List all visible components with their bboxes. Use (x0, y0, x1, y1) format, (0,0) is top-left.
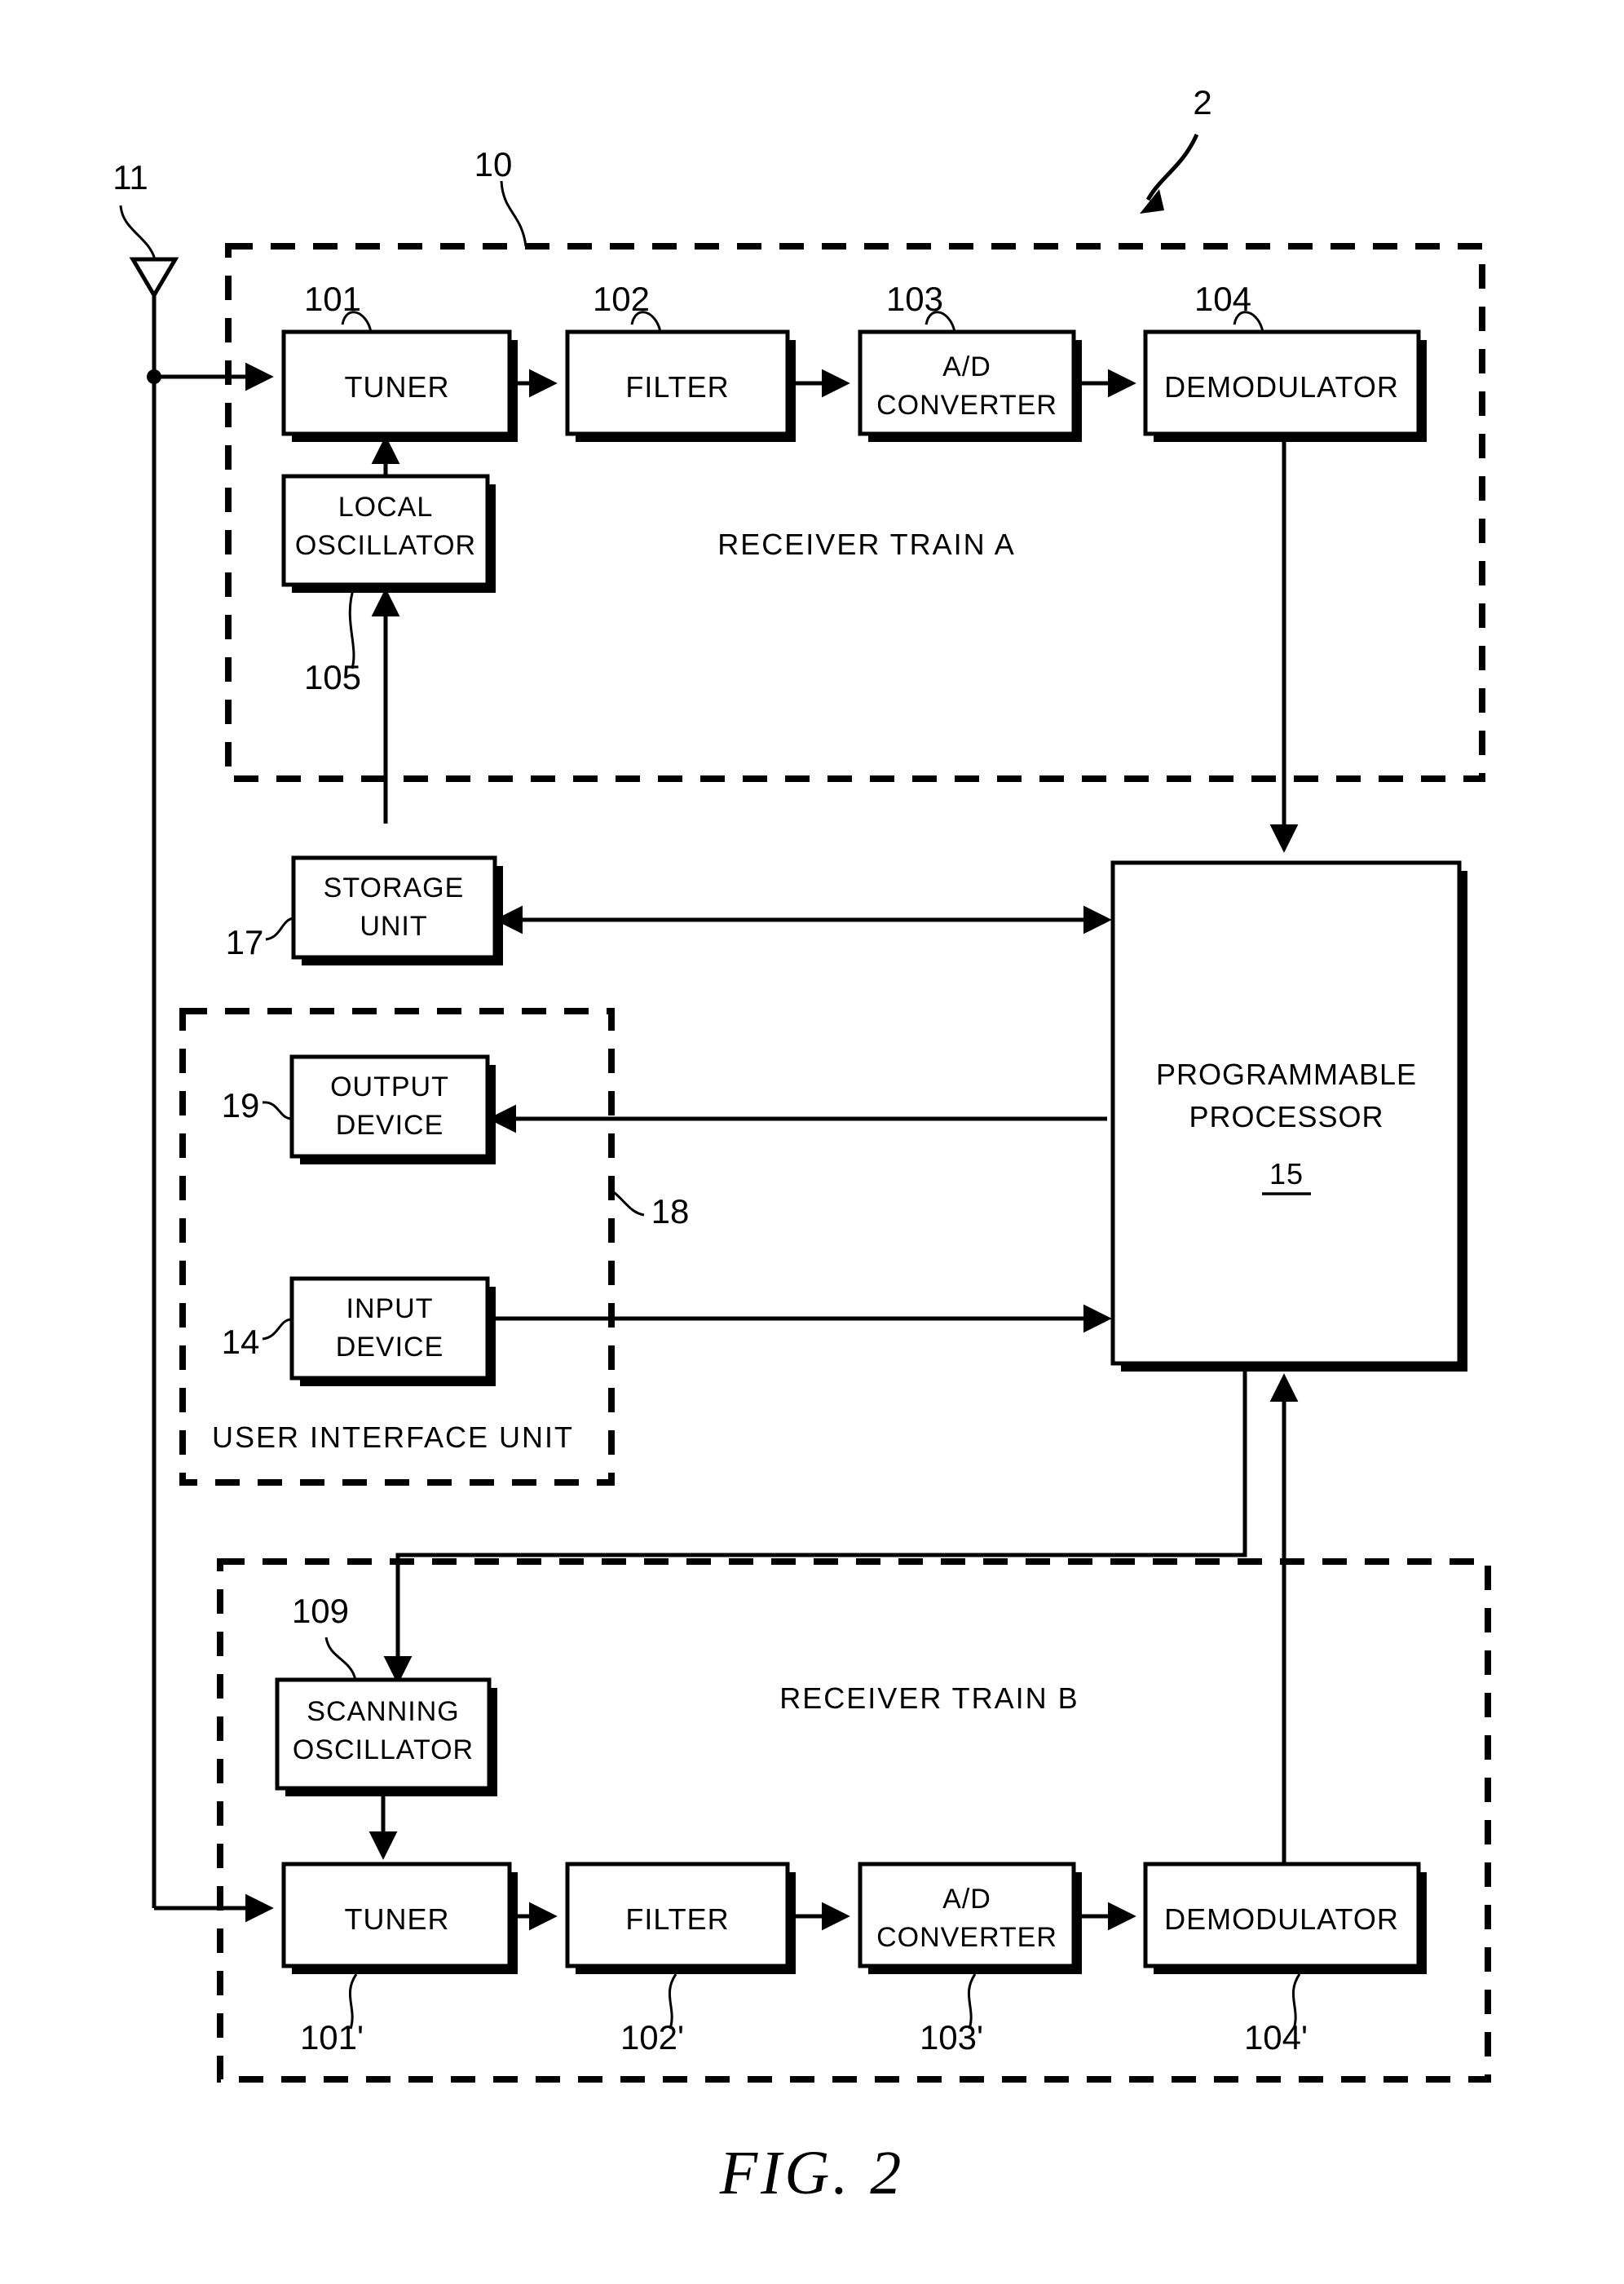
ref-14-label: 14 (222, 1323, 260, 1361)
adc-a-label-line2: CONVERTER (876, 390, 1057, 421)
ref-109-label: 109 (292, 1592, 349, 1630)
ref-18-label: 18 (651, 1192, 690, 1230)
processor-ref-label: 15 (1269, 1157, 1304, 1191)
local-osc-label-line2: OSCILLATOR (295, 530, 476, 561)
demod-b-label: DEMODULATOR (1164, 1902, 1399, 1936)
input-device-label-line2: DEVICE (336, 1332, 444, 1363)
receiver-train-a-zone-label: RECEIVER TRAIN A (717, 528, 1015, 561)
ref-101p-label: 101' (300, 2018, 364, 2056)
processor-label-line2: PROCESSOR (1189, 1100, 1383, 1133)
storage-unit-label-line1: STORAGE (324, 873, 465, 903)
user-interface-zone-label: USER INTERFACE UNIT (212, 1420, 574, 1454)
filter-b-label: FILTER (625, 1902, 729, 1936)
scanning-osc-label-line2: OSCILLATOR (293, 1734, 474, 1765)
adc-b-label-line2: CONVERTER (876, 1922, 1057, 1953)
ref-103p-label: 103' (920, 2018, 983, 2056)
ref-2-label: 2 (1193, 83, 1211, 121)
receiver-train-b-zone-label: RECEIVER TRAIN B (779, 1681, 1079, 1715)
ref-17-label: 17 (226, 923, 264, 961)
local-osc-label-line1: LOCAL (338, 492, 434, 523)
patent-figure-2: 10 2 11 TUNER 101 FILTER 102 A/D CONVERT… (0, 0, 1624, 2284)
ref-11-label: 11 (113, 158, 148, 197)
tuner-a-label: TUNER (345, 370, 450, 404)
adc-a-label-line1: A/D (942, 351, 991, 382)
output-device-label-line1: OUTPUT (330, 1071, 449, 1102)
filter-a-label: FILTER (625, 370, 729, 404)
input-device-label-line1: INPUT (346, 1293, 434, 1324)
ref-104p-label: 104' (1244, 2018, 1308, 2056)
storage-unit-label-line2: UNIT (360, 911, 427, 942)
demod-a-label: DEMODULATOR (1164, 370, 1399, 404)
ref-19-label: 19 (222, 1086, 260, 1124)
scanning-osc-label-line1: SCANNING (307, 1696, 459, 1727)
ref-10-label: 10 (474, 145, 513, 183)
output-device-label-line2: DEVICE (336, 1110, 444, 1141)
adc-b-label-line1: A/D (942, 1884, 991, 1915)
figure-caption: FIG. 2 (719, 2139, 905, 2207)
tuner-b-label: TUNER (345, 1902, 450, 1936)
processor-label-line1: PROGRAMMABLE (1156, 1058, 1417, 1091)
ref-102p-label: 102' (620, 2018, 684, 2056)
